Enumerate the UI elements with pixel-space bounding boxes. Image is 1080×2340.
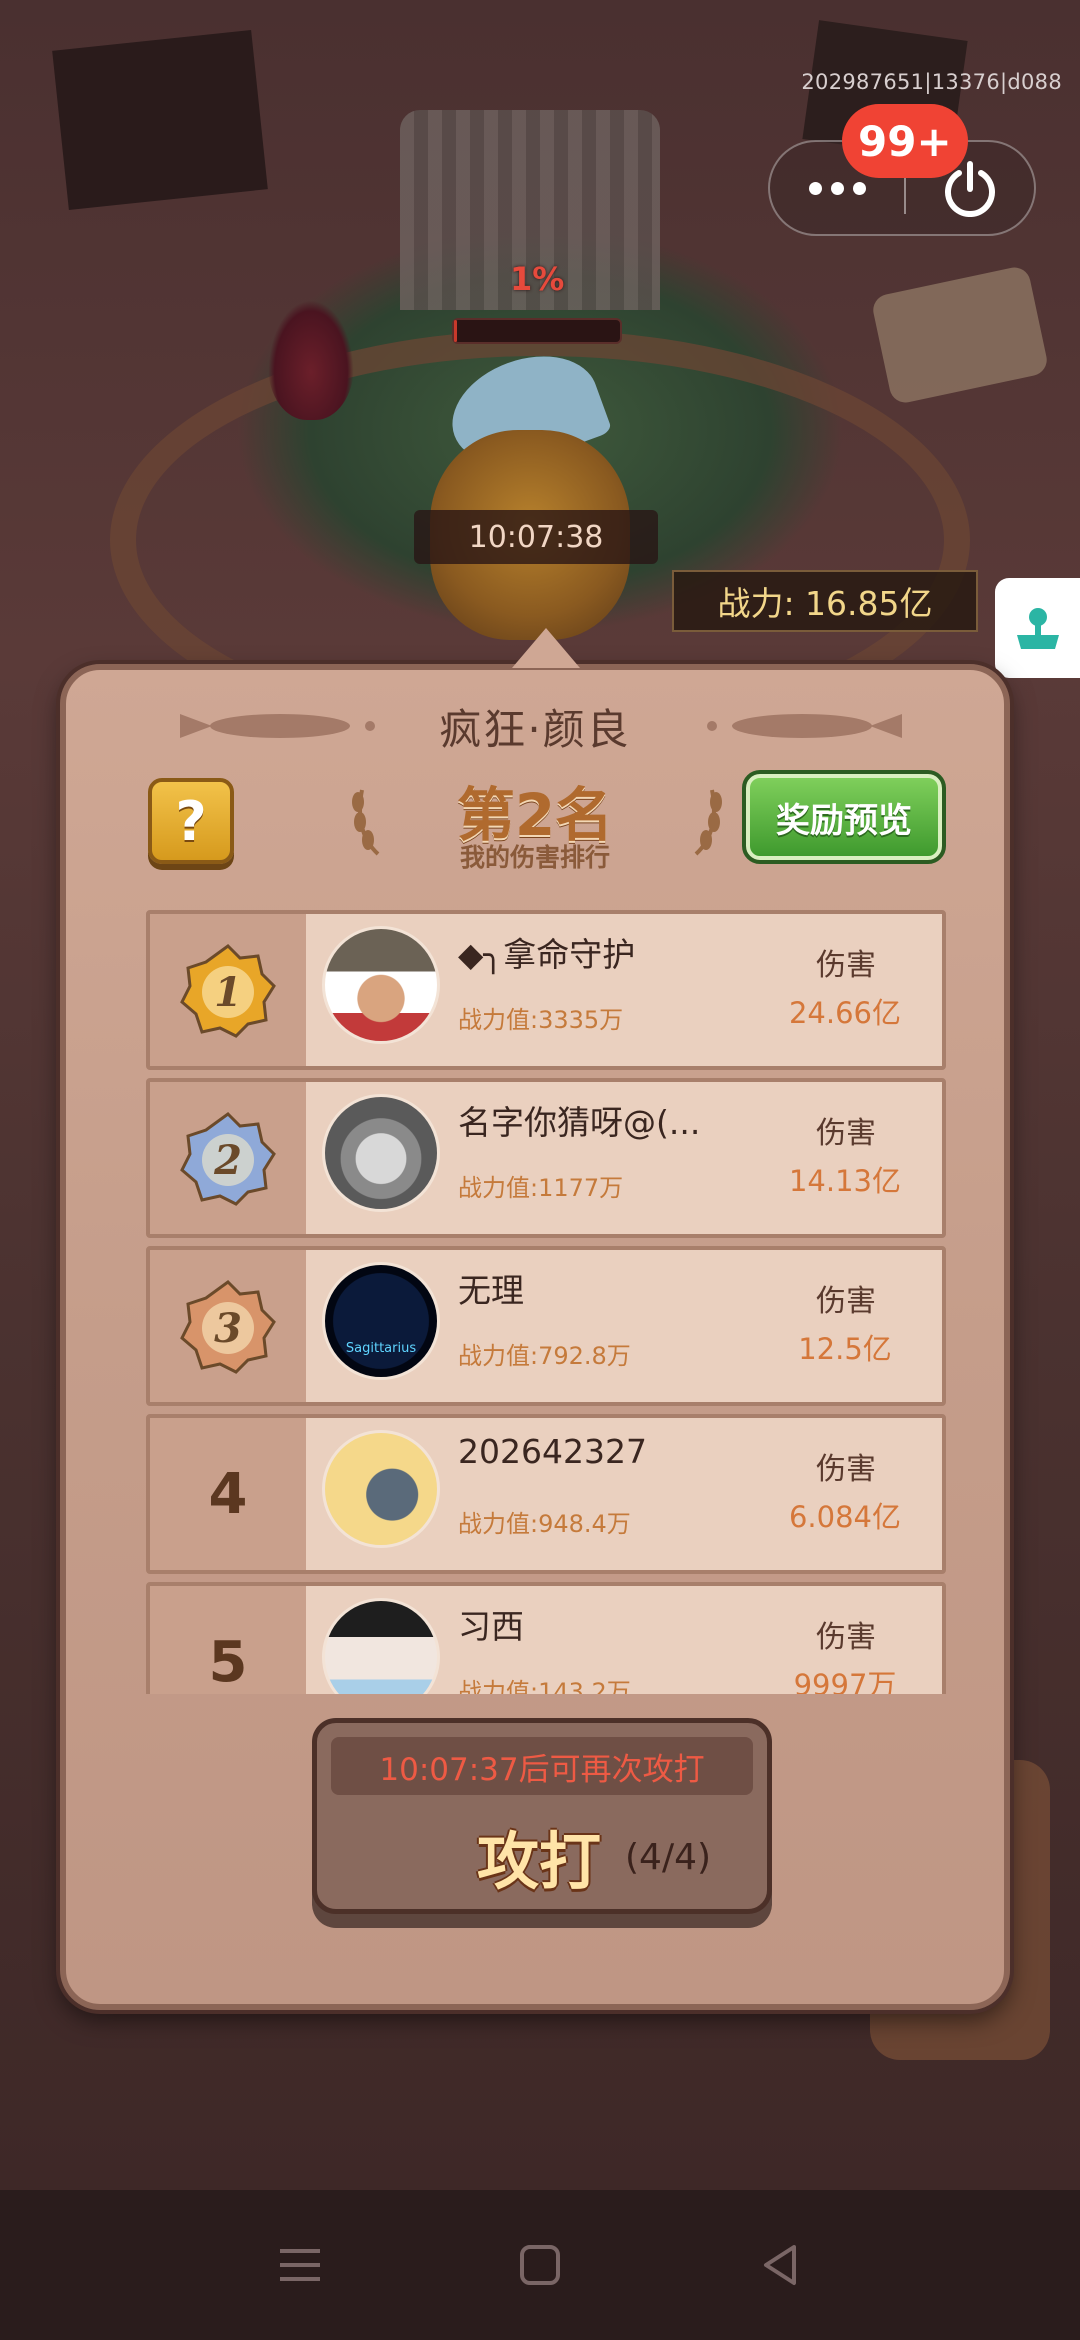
wine-glass <box>268 300 354 420</box>
reward-preview-button[interactable]: 奖励预览 <box>742 770 946 864</box>
rank-medal-icon: 1 <box>180 944 276 1038</box>
scene-hat <box>52 29 268 211</box>
player-avatar[interactable] <box>322 1094 440 1212</box>
home-icon <box>520 2245 560 2285</box>
attack-cooldown: 10:07:37后可再次攻打 <box>331 1737 753 1795</box>
player-power: 战力值:3335万 <box>458 1006 624 1034</box>
system-nav-bar <box>0 2190 1080 2340</box>
player-power: 战力值:143.2万 <box>458 1678 631 1694</box>
damage-label: 伤害 <box>816 1284 876 1319</box>
damage-label: 伤害 <box>816 1620 876 1655</box>
leaderboard-row[interactable]: 4 202642327 战力值:948.4万 伤害 6.084亿 <box>146 1414 946 1574</box>
avatar-logo-text: Sagittarius <box>345 1341 417 1356</box>
damage-leaderboard[interactable]: 1 ◆╮拿命守护 战力值:3335万 伤害 24.66亿 2 名字你猜呀@(... 战力值:1… <box>146 910 946 1694</box>
nav-home-button[interactable] <box>495 2230 585 2300</box>
damage-label: 伤害 <box>816 1116 876 1151</box>
player-power: 战力值:948.4万 <box>458 1510 631 1538</box>
rank-number: 5 <box>208 1629 248 1695</box>
player-name: 习西 <box>458 1607 524 1646</box>
player-power: 战力值:1177万 <box>458 1174 624 1202</box>
device-id-text: 202987651|13376|d088 <box>801 70 1062 94</box>
rank-medal-icon: 3 <box>180 1280 276 1374</box>
joystick-icon <box>1016 608 1059 649</box>
attack-button[interactable]: 10:07:37后可再次攻打 攻打 (4/4) <box>312 1718 772 1914</box>
nav-back-button[interactable] <box>735 2230 825 2300</box>
attack-label: 攻打 <box>477 1825 602 1898</box>
svg-text:3: 3 <box>214 1305 242 1352</box>
nav-menu-button[interactable] <box>255 2230 345 2300</box>
rank-cell: 3 <box>150 1250 306 1402</box>
player-name: 202642327 <box>458 1432 647 1471</box>
attack-count: (4/4) <box>625 1837 712 1878</box>
player-name: 无理 <box>458 1271 524 1310</box>
side-float-button[interactable] <box>995 578 1080 678</box>
rank-cell: 2 <box>150 1082 306 1234</box>
boss-hp-percent: 1% <box>510 260 565 298</box>
boss-power: 战力: 16.85亿 <box>672 570 978 632</box>
rank-number: 4 <box>208 1461 248 1527</box>
damage-value: 24.66亿 <box>788 996 902 1030</box>
rank-cell: 5 <box>150 1586 306 1694</box>
rank-cell: 4 <box>150 1418 306 1570</box>
leaderboard-row[interactable]: 2 名字你猜呀@(... 战力值:1177万 伤害 14.13亿 <box>146 1078 946 1238</box>
boss-hp-bar <box>452 318 622 344</box>
leaderboard-row[interactable]: 1 ◆╮拿命守护战力值:3335万 伤害 24.66亿 <box>146 910 946 1070</box>
back-icon <box>764 2245 796 2285</box>
damage-value: 12.5亿 <box>798 1332 892 1366</box>
rank-medal-icon: 2 <box>180 1112 276 1206</box>
menu-icon <box>280 2249 320 2281</box>
rank-cell: 1 <box>150 914 306 1066</box>
player-name: ◆╮拿命守护 <box>458 935 636 974</box>
boss-timer: 10:07:38 <box>414 510 658 564</box>
svg-text:2: 2 <box>213 1137 242 1184</box>
boss-rank-panel: 疯狂·颜良 ? 第2名 我的伤害排行 奖励预览 1 ◆╮拿命守护 战力值:3335万… <box>60 628 1010 2010</box>
player-power: 战力值:792.8万 <box>458 1342 631 1370</box>
leaderboard-row[interactable]: 5 习西战力值:143.2万 伤害 9997万 <box>146 1582 946 1694</box>
fish-ornament-right <box>707 714 902 738</box>
boss-hp-fill <box>454 320 458 342</box>
notification-badge: 99+ <box>842 104 968 178</box>
damage-label: 伤害 <box>816 1452 876 1487</box>
player-name: 名字你猜呀@(... <box>458 1103 701 1142</box>
damage-value: 9997万 <box>793 1668 897 1694</box>
scene-scroll <box>870 264 1050 406</box>
player-avatar[interactable] <box>322 1598 440 1694</box>
panel-pointer <box>512 628 580 668</box>
damage-value: 14.13亿 <box>788 1164 902 1198</box>
damage-value: 6.084亿 <box>788 1500 902 1534</box>
laurel-right-icon <box>694 789 722 856</box>
leaderboard-row[interactable]: 3 Sagittarius 无理战力值:792.8万 伤害 12.5亿 <box>146 1246 946 1406</box>
player-avatar[interactable]: Sagittarius <box>322 1262 440 1380</box>
svg-text:1: 1 <box>214 969 242 1016</box>
player-avatar[interactable] <box>322 1430 440 1548</box>
player-avatar[interactable] <box>322 926 440 1044</box>
damage-label: 伤害 <box>816 948 876 983</box>
